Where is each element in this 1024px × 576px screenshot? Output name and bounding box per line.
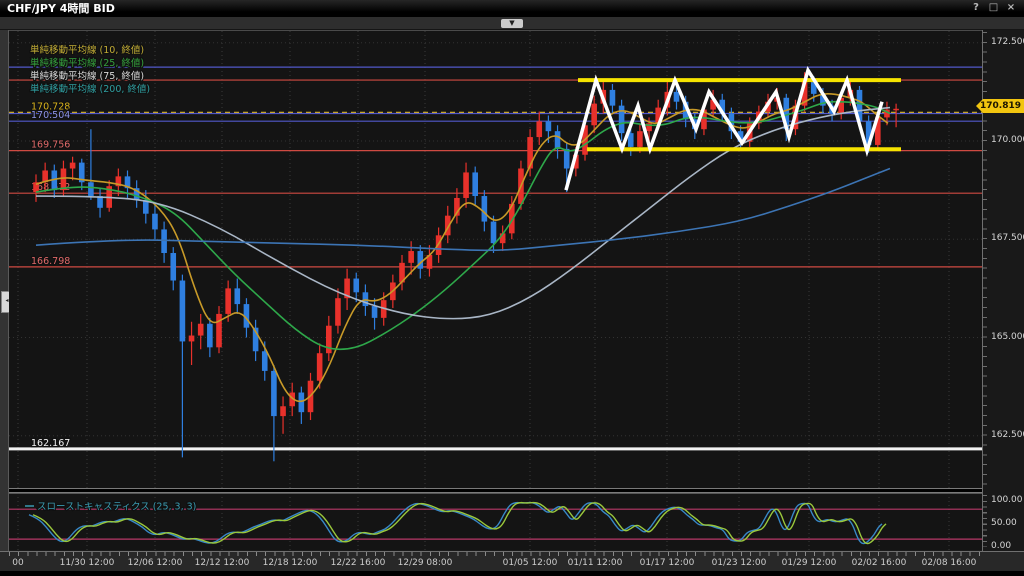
candle-body [555, 131, 561, 149]
trading-app-window: CHF/JPY 4時間 BID ? □ × ▼ ◂ 170.728170.504… [0, 0, 1024, 576]
time-axis-label: 12/06 12:00 [128, 558, 183, 568]
candle-body [536, 121, 542, 137]
time-axis-label: 01/11 12:00 [568, 558, 623, 568]
stoch-axis-label: 0.00 [991, 541, 1011, 551]
price-axis-label: 172.500 [991, 37, 1024, 47]
time-axis-label: 02/02 16:00 [852, 558, 907, 568]
stoch-legend-label: スローストキャスティクス (25, 3, 3) [37, 502, 196, 513]
collapse-panel-button[interactable]: ▼ [501, 19, 523, 28]
candle-body [198, 324, 204, 336]
candle-body [299, 393, 305, 413]
level-price-label: 170.504 [31, 110, 70, 121]
candle-body [619, 106, 625, 134]
title-bar[interactable]: CHF/JPY 4時間 BID ? □ × [0, 0, 1024, 17]
stoch-axis-label: 50.00 [991, 518, 1017, 528]
candle-body [591, 104, 597, 126]
legend-item: 単純移動平均線 (10, 終値) [30, 44, 144, 56]
candle-body [161, 229, 167, 253]
price-axis-label: 162.500 [991, 430, 1024, 440]
candle-body [317, 353, 323, 381]
toolbar-strip: ▼ [0, 17, 1024, 30]
candle-body [893, 109, 899, 111]
candle-body [235, 288, 241, 304]
bottom-strip [0, 571, 1024, 576]
candle-body [262, 351, 268, 371]
legend-item: 単純移動平均線 (75, 終値) [30, 70, 144, 82]
level-price-label: 166.798 [31, 256, 70, 267]
time-axis-ticks [9, 552, 982, 556]
left-panel-rail: ◂ [0, 30, 9, 571]
time-axis-label: 00 [12, 558, 23, 568]
candle-body [491, 222, 497, 244]
main-chart-area[interactable]: 170.728170.504169.756168.672166.798162.1… [9, 30, 982, 489]
candle-body [207, 324, 213, 348]
candle-body [170, 253, 176, 281]
sma75-line [36, 108, 890, 319]
time-axis-label: 11/30 12:00 [60, 558, 115, 568]
candle-body [280, 406, 286, 416]
candle-body [610, 90, 616, 106]
time-axis-label: 12/29 08:00 [398, 558, 453, 568]
candle-body [408, 251, 414, 263]
stochastics-canvas[interactable]: スローストキャスティクス (25, 3, 3) [9, 493, 982, 550]
time-axis-label: 01/29 12:00 [782, 558, 837, 568]
time-axis-label: 12/18 12:00 [263, 558, 318, 568]
window-controls: ? □ × [969, 0, 1018, 17]
candle-body [527, 137, 533, 168]
candle-body [637, 131, 643, 147]
time-axis-label: 02/08 16:00 [922, 558, 977, 568]
current-price-badge: 170.819 [976, 99, 1024, 113]
candle-body [189, 336, 195, 342]
candle-body [674, 92, 680, 102]
window-title: CHF/JPY 4時間 BID [7, 2, 115, 15]
price-axis-label: 167.500 [991, 233, 1024, 243]
time-axis-label: 12/12 12:00 [195, 558, 250, 568]
candle-body [225, 288, 231, 314]
stoch-axis-ticks [983, 495, 987, 547]
candle-body [546, 121, 552, 131]
candle-body [271, 371, 277, 416]
time-axis[interactable]: 00 11/30 12:00 12/06 12:00 12/12 12:00 12/18… [0, 551, 1024, 571]
candle-body [152, 214, 158, 230]
maximize-button[interactable]: □ [987, 0, 1001, 15]
zigzag-drawing [566, 70, 882, 190]
price-axis-label: 165.000 [991, 332, 1024, 342]
candle-body [61, 169, 67, 191]
legend-item: 単純移動平均線 (200, 終値) [30, 83, 150, 95]
candle-body [372, 306, 378, 318]
candle-body [180, 281, 186, 342]
time-axis-label: 12/22 16:00 [331, 558, 386, 568]
candle-body [472, 172, 478, 196]
candle-body [88, 182, 94, 196]
time-axis-label: 01/23 12:00 [712, 558, 767, 568]
candle-body [463, 172, 469, 198]
legend-item: 単純移動平均線 (25, 終値) [30, 57, 144, 69]
stoch-axis-label: 100.00 [991, 495, 1023, 505]
candle-body [564, 149, 570, 169]
level-price-label: 169.756 [31, 140, 70, 151]
candle-body [335, 298, 341, 326]
candle-body [418, 251, 424, 269]
close-button[interactable]: × [1004, 0, 1018, 15]
price-axis-label: 170.000 [991, 135, 1024, 145]
stochastics-panel[interactable]: スローストキャスティクス (25, 3, 3) [9, 493, 982, 550]
time-axis-label: 01/05 12:00 [503, 558, 558, 568]
candle-body [216, 314, 222, 347]
candlestick-chart-canvas[interactable]: 170.728170.504169.756168.672166.798162.1… [9, 31, 982, 489]
candle-body [70, 163, 76, 169]
level-price-label: 162.167 [31, 438, 70, 449]
help-button[interactable]: ? [969, 0, 983, 15]
candle-body [353, 279, 359, 293]
time-axis-label: 01/17 12:00 [640, 558, 695, 568]
candle-body [482, 196, 488, 222]
